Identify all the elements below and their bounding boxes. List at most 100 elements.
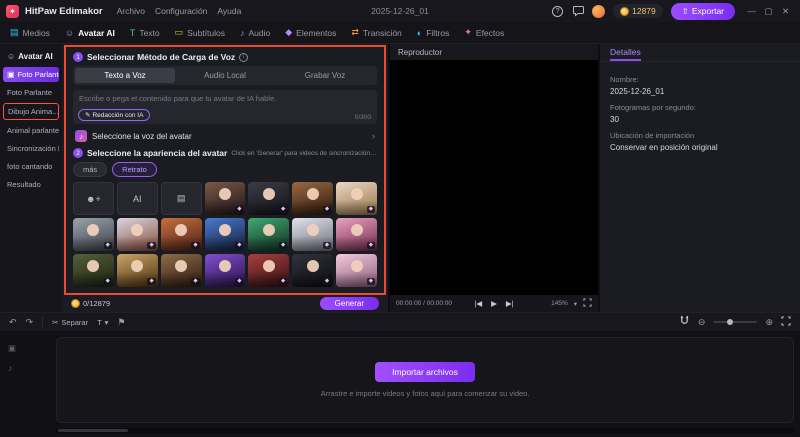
ribbon-tab-transici-n[interactable]: ⇄ Transición [351,27,401,38]
voice-tab-grabar-voz[interactable]: Grabar Voz [275,68,375,83]
ai-generate-avatar-tile[interactable]: AI [116,182,158,215]
help-icon[interactable]: ? [552,5,564,17]
sidebar-item-icon: ☺ [7,52,16,61]
sidebar-item-label: Foto Parlante [7,88,53,97]
fullscreen-icon[interactable] [583,298,592,309]
voice-section-header: 1 Seleccionar Método de Carga de Voz i [73,52,377,62]
avatar-thumbnail-5[interactable]: ◆ [73,218,114,251]
avatar-thumbnail-12[interactable]: ◆ [73,254,114,287]
premium-diamond-icon: ◆ [147,242,156,249]
avatar-thumbnail-16[interactable]: ◆ [248,254,290,287]
filter-chip-m-s[interactable]: más [73,162,108,177]
premium-diamond-icon: ◆ [279,242,288,249]
sidebar-item-dibujo-anima[interactable]: Dibujo Anima... [3,103,59,120]
previous-frame-icon[interactable]: |◀ [474,299,482,308]
avatar-thumbnail-15[interactable]: ◆ [204,254,246,287]
ribbon-tab-texto[interactable]: T Texto [130,28,160,38]
audio-track-icon[interactable]: ♪ [8,363,46,373]
premium-diamond-icon: ◆ [322,206,332,213]
avatar-thumbnail-1[interactable]: ◆ [204,182,246,215]
avatar-thumbnail-2[interactable]: ◆ [248,182,290,215]
player-controls: 00:00:00 / 00:00:00 |◀ ▶ ▶| 145% ▾ [390,295,598,312]
avatar-thumbnail-13[interactable]: ◆ [116,254,158,287]
redo-icon[interactable]: ↷ [26,317,34,328]
user-avatar[interactable] [592,4,606,18]
sidebar-item-avatar-ai[interactable]: ☺ Avatar AI [3,49,59,64]
sidebar-item-resultado[interactable]: Resultado [3,177,59,192]
avatar-thumbnail-18[interactable]: ◆ [336,254,377,287]
next-frame-icon[interactable]: ▶| [506,299,514,308]
ribbon-tab-efectos[interactable]: ✦ Efectos [464,27,504,38]
magnet-snap-icon[interactable] [679,313,690,331]
avatar-thumbnail-3[interactable]: ◆ [292,182,334,215]
upload-custom-avatar-icon: ☻+ [86,193,101,204]
ai-writing-button[interactable]: ✎ Redacción con IA [78,109,151,121]
close-button[interactable]: ✕ [777,6,794,17]
avatar-thumbnail-11[interactable]: ◆ [336,218,377,251]
video-track-icon[interactable]: ▣ [8,343,46,354]
voice-tab-audio-local[interactable]: Audio Local [175,68,275,83]
maximize-button[interactable]: ▢ [760,6,777,17]
timeline-scrollbar[interactable] [56,428,794,433]
ribbon-tab-audio-icon: ♪ [239,27,245,38]
minimize-button[interactable]: — [743,6,760,17]
undo-icon[interactable]: ↶ [9,317,17,328]
feedback-chat-icon[interactable] [571,5,584,18]
avatar-thumbnail-7[interactable]: ◆ [160,218,202,251]
timeline-zoom-slider[interactable] [713,319,758,325]
preview-zoom-level[interactable]: 145% [551,300,568,307]
marker-icon[interactable]: ⚑ [117,317,125,328]
menu-ayuda[interactable]: Ayuda [217,6,241,16]
appearance-section-title: Seleccione la apariencia del avatar [87,148,228,158]
sidebar-item-foto-parlante[interactable]: Foto Parlante [3,85,59,100]
upload-custom-avatar-tile[interactable]: ☻+ [73,182,114,215]
timeline-drop-zone[interactable]: Importar archivos Arrastre e importe vid… [56,337,794,423]
pen-icon: ✎ [85,112,91,119]
ribbon-tab-elementos[interactable]: ◆ Elementos [285,27,336,38]
menu-configuraci-n[interactable]: Configuración [155,6,207,16]
zoom-slider-knob[interactable] [726,319,733,325]
ribbon-tab-avatar-ai[interactable]: ☺ Avatar AI [65,28,115,38]
avatar-thumbnail-14[interactable]: ◆ [160,254,202,287]
play-icon[interactable]: ▶ [491,299,497,308]
voice-tab-texto-a-voz[interactable]: Texto a Voz [75,68,175,83]
ribbon-tab-filtros[interactable]: ◐ Filtros [417,28,450,38]
text-tool-button[interactable]: T ▾ [97,318,108,327]
menu-archivo[interactable]: Archivo [117,6,145,16]
sidebar-item-animal-parlante[interactable]: Animal parlante [3,123,59,138]
sidebar-item-sincronizaci-n-l[interactable]: Sincronización L... [3,141,59,156]
zoom-out-icon[interactable]: ⊖ [698,317,706,328]
script-textarea[interactable]: Escribe o pega el contenido para que tu … [73,90,377,124]
timeline-scrollbar-thumb[interactable] [58,429,128,432]
ribbon-tab-medios[interactable]: ▤ Medios [10,27,50,38]
avatar-thumbnail-8[interactable]: ◆ [204,218,246,251]
ribbon-tab-subt-tulos[interactable]: ▭ Subtítulos [175,27,225,38]
sidebar-item-foto-parlante[interactable]: ▣ Foto Parlante [3,67,59,82]
export-button[interactable]: ⇧ Exportar [670,2,735,20]
transport-controls: |◀ ▶ ▶| [474,299,513,308]
filter-chip-retrato[interactable]: Retrato [112,162,157,177]
tab-details[interactable]: Detalles [610,44,641,61]
generate-button[interactable]: Generar [319,297,379,310]
video-preview[interactable] [390,60,598,295]
avatar-thumbnail-6[interactable]: ◆ [116,218,158,251]
zoom-in-icon[interactable]: ⊕ [765,317,773,328]
coins-badge[interactable]: 12879 [613,4,663,18]
fit-timeline-icon[interactable] [781,313,791,331]
avatar-thumbnail-4[interactable]: ◆ [336,182,377,215]
avatar-thumbnail-10[interactable]: ◆ [292,218,334,251]
preset-card-avatar-tile[interactable]: ▤ [160,182,202,215]
dropdown-icon[interactable]: ▾ [574,300,577,308]
import-files-button[interactable]: Importar archivos [375,362,475,382]
split-button[interactable]: ✂ Separar [52,318,88,327]
ribbon-tab-label: Filtros [426,27,450,38]
ai-writing-label: Redacción con IA [92,111,144,119]
ribbon-tab-efectos-icon: ✦ [464,27,472,37]
info-icon[interactable]: i [239,52,249,62]
sidebar-item-foto-cantando[interactable]: foto cantando [3,159,59,174]
ribbon-tab-label: Audio [248,27,271,38]
avatar-thumbnail-9[interactable]: ◆ [248,218,290,251]
avatar-thumbnail-17[interactable]: ◆ [292,254,334,287]
voice-picker-row[interactable]: ♪ Seleccione la voz del avatar › [73,129,377,143]
ribbon-tab-audio[interactable]: ♪ Audio [240,28,270,38]
